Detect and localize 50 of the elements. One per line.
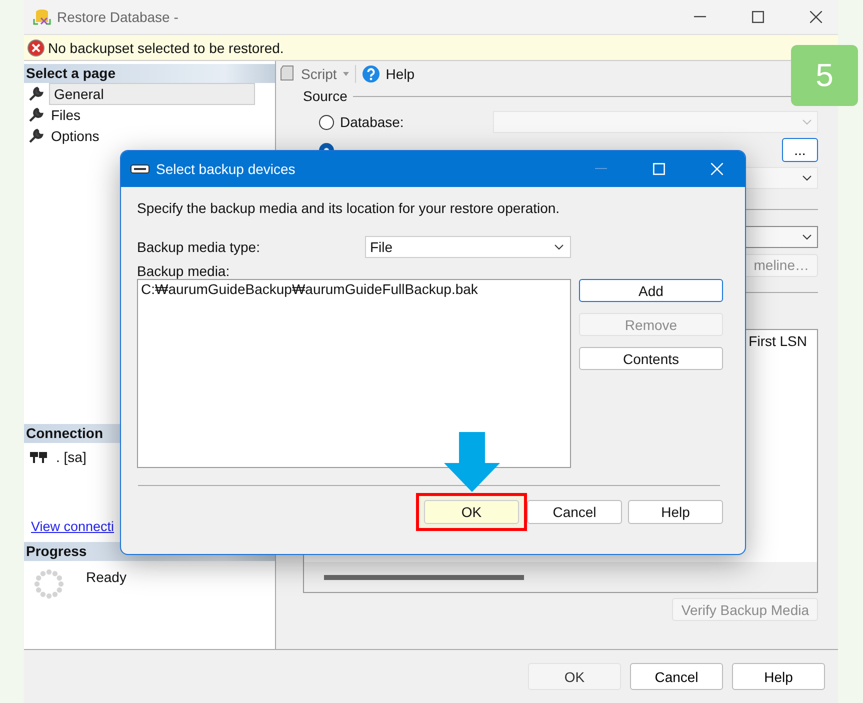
error-icon bbox=[27, 38, 45, 56]
chevron-icon bbox=[802, 119, 812, 125]
database-icon bbox=[32, 7, 52, 27]
dialog-button[interactable]: Cancel bbox=[527, 500, 622, 524]
caret-icon[interactable] bbox=[342, 72, 349, 76]
browse-button[interactable]: ... bbox=[782, 138, 818, 162]
group-label: Source bbox=[303, 88, 348, 104]
wrench-icon bbox=[28, 106, 44, 122]
spinner-icon bbox=[34, 569, 64, 599]
script-icon[interactable] bbox=[279, 65, 295, 83]
chevron-icon bbox=[554, 244, 564, 250]
wrench-icon bbox=[28, 128, 44, 144]
field-label: Backup media: bbox=[137, 263, 231, 279]
chevron-icon bbox=[802, 234, 812, 240]
dialog-button[interactable]: OK bbox=[424, 500, 519, 524]
wrench-icon bbox=[28, 86, 44, 102]
dialog-button[interactable]: Help bbox=[628, 500, 723, 524]
plug-icon bbox=[30, 450, 48, 464]
window-title: Restore Database - bbox=[57, 9, 178, 25]
chevron-icon bbox=[802, 175, 812, 181]
radio-button[interactable] bbox=[319, 114, 334, 130]
maximize-icon[interactable] bbox=[752, 11, 764, 23]
page-item[interactable]: General bbox=[49, 82, 255, 104]
progress-status: Ready bbox=[86, 569, 126, 587]
pointer-arrow bbox=[444, 432, 500, 492]
dialog-title: Select backup devices bbox=[156, 161, 296, 177]
view-connection-link[interactable]: View connecti bbox=[31, 519, 114, 534]
dialog-button[interactable]: Contents bbox=[579, 347, 723, 370]
help-icon[interactable] bbox=[362, 65, 380, 83]
error-message: No backupset selected to be restored. bbox=[48, 40, 284, 56]
section-header: Select a page bbox=[24, 64, 275, 83]
radio-label: Database: bbox=[340, 114, 404, 130]
step-badge: 5 bbox=[791, 45, 858, 106]
tape-drive-icon bbox=[130, 164, 150, 174]
close-icon[interactable] bbox=[810, 11, 822, 23]
minimize-icon[interactable] bbox=[694, 16, 706, 18]
dialog-button[interactable]: Cancel bbox=[630, 663, 723, 690]
help-button[interactable]: Help bbox=[386, 66, 415, 82]
instruction-text: Specify the backup media and its location for your restore operation. bbox=[137, 200, 561, 216]
page-item[interactable]: Files bbox=[49, 106, 83, 122]
connection-server: . [sa] bbox=[56, 449, 86, 465]
page-item[interactable]: Options bbox=[49, 128, 102, 144]
media-type-dropdown[interactable]: File bbox=[365, 236, 571, 258]
dialog-button[interactable]: Add bbox=[579, 279, 723, 302]
media-path[interactable]: C:₩aurumGuideBackup₩aurumGuideFullBackup.bak bbox=[141, 281, 567, 297]
scrollbar-thumb[interactable] bbox=[324, 574, 524, 580]
dialog-button[interactable]: Help bbox=[732, 663, 825, 690]
script-button[interactable]: Script bbox=[301, 66, 337, 82]
field-label: Backup media type: bbox=[137, 239, 261, 255]
column-header[interactable]: First LSN bbox=[748, 333, 807, 349]
